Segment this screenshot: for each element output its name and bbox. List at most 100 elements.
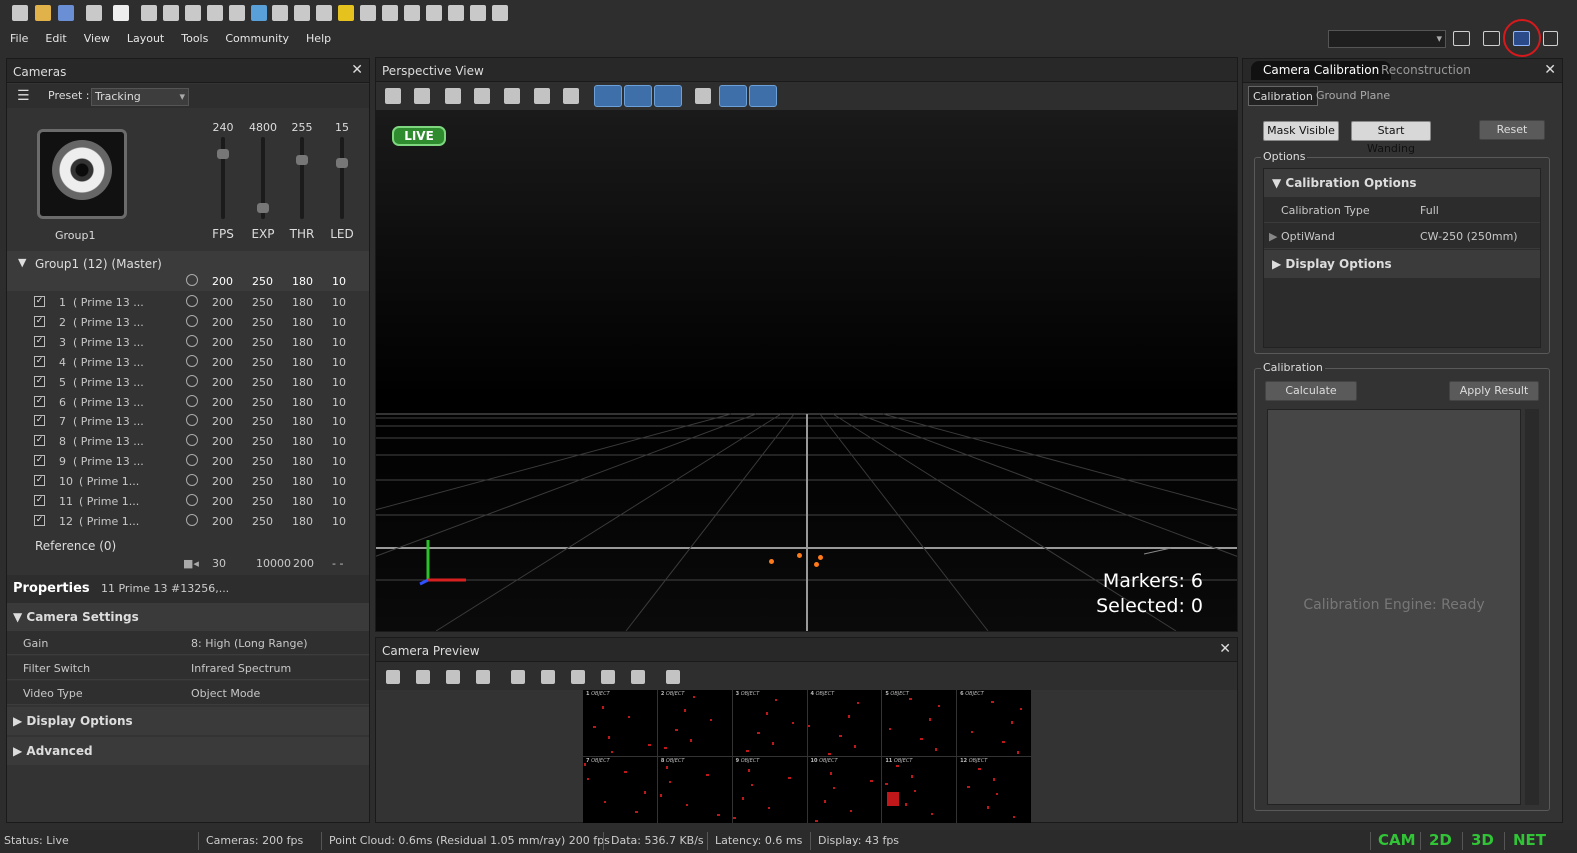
list-icon[interactable] [294,5,310,21]
zoom-selection-icon[interactable] [474,88,490,104]
menu-help[interactable]: Help [296,28,338,50]
camera-tile[interactable]: 7 OBJECT [583,757,657,823]
mode-cam[interactable]: CAM [1378,831,1416,849]
display-options-section[interactable]: ▶ Display Options [7,707,369,735]
rectangle-icon[interactable] [601,670,615,684]
camera-row[interactable]: ✓ 8 ( Prime 13 ... 200 250 180 10 [7,432,369,452]
camera-tile[interactable]: 2 OBJECT [657,690,732,756]
calculate-button[interactable]: Calculate [1265,381,1357,401]
target-icon[interactable] [186,354,198,367]
camera-checkbox[interactable]: ✓ [34,475,45,487]
layout-1-icon[interactable] [404,5,420,21]
menu-tools[interactable]: Tools [171,28,215,50]
close-icon[interactable]: ✕ [1219,641,1231,657]
close-icon[interactable]: ✕ [351,62,363,78]
warning-icon[interactable] [338,5,354,21]
camera-tile[interactable]: 9 OBJECT [732,757,807,823]
prop-row-video[interactable]: Video Type Object Mode [7,681,369,705]
camera-row[interactable]: ✓ 10 ( Prime 1... 200 250 180 10 [7,472,369,492]
prop-row-gain[interactable]: Gain 8: High (Long Range) [7,631,369,655]
camera-checkbox[interactable]: ✓ [34,395,45,407]
layout-split-icon[interactable] [1453,31,1470,46]
layout-5-icon[interactable] [492,5,508,21]
pencil-icon[interactable] [272,5,288,21]
skeleton-icon[interactable] [563,88,579,104]
camera-tile[interactable]: 1 OBJECT [583,690,657,756]
target-icon[interactable] [186,434,198,447]
calibration-options-section[interactable]: ▼ Calibration Options [1264,169,1540,197]
shield-add-icon[interactable] [511,670,525,684]
target-icon[interactable] [186,314,198,327]
camera-row[interactable]: ✓ 9 ( Prime 13 ... 200 250 180 10 [7,452,369,472]
marker-dot[interactable] [769,559,774,564]
menu-file[interactable]: File [0,28,35,50]
menu-layout[interactable]: Layout [117,28,171,50]
cube-icon[interactable] [414,88,430,104]
mode-net[interactable]: NET [1513,831,1546,849]
3d-viewport[interactable]: Markers: 6 Selected: 0 [376,110,1237,631]
open-folder-icon[interactable] [35,5,51,21]
wand-icon[interactable] [185,5,201,21]
subtab-ground-plane[interactable]: Ground Plane [1312,86,1394,106]
preset-select[interactable]: Tracking [91,88,189,106]
camera-row[interactable]: ✓ 3 ( Prime 13 ... 200 250 180 10 [7,333,369,353]
marker-dot[interactable] [814,562,819,567]
select-camera-button[interactable] [624,85,652,107]
camera-row[interactable]: ✓ 4 ( Prime 13 ... 200 250 180 10 [7,353,369,373]
layout-2-icon[interactable] [426,5,442,21]
subtab-calibration[interactable]: Calibration [1248,86,1318,106]
camera-settings-section[interactable]: ▼ Camera Settings [7,603,369,631]
target-icon[interactable] [186,414,198,427]
scrollbar[interactable] [1525,409,1539,805]
camera-icon[interactable] [163,5,179,21]
edit-icon[interactable] [360,5,376,21]
camera-tile[interactable]: 11 OBJECT [882,757,957,823]
layout-combo[interactable] [1328,30,1446,48]
calibration-type-row[interactable]: Calibration Type Full [1264,197,1540,223]
zoom-fit-icon[interactable] [445,88,461,104]
list-icon[interactable]: ☰ [17,88,30,104]
mode-2d[interactable]: 2D [1429,831,1452,849]
target-icon[interactable] [186,334,198,347]
target-icon[interactable] [186,454,198,467]
camera-checkbox[interactable]: ✓ [34,415,45,427]
camera-checkbox[interactable]: ✓ [34,315,45,327]
monitor-icon[interactable] [141,5,157,21]
collapse-icon[interactable]: ▼ [18,256,26,269]
grid-icon[interactable] [385,88,401,104]
marker-dot[interactable] [818,555,823,560]
target-icon[interactable] [186,494,198,506]
tab-reconstruction[interactable]: Reconstruction [1369,61,1483,80]
camera-checkbox[interactable]: ✓ [34,455,45,467]
target-icon[interactable] [186,295,198,307]
new-file-icon[interactable] [12,5,28,21]
camera-tile[interactable]: 12 OBJECT [957,757,1031,823]
marker-dot[interactable] [797,553,802,558]
group-row[interactable]: ▼ Group1 (12) (Master) 200 250 180 10 [7,251,369,291]
dots-icon[interactable] [251,5,267,21]
optiwand-row[interactable]: ▶ OptiWand CW-250 (250mm) [1264,223,1540,249]
save-icon[interactable] [58,5,74,21]
shield-remove-icon[interactable] [541,670,555,684]
tools-icon[interactable] [86,5,102,21]
display-options-section[interactable]: ▶ Display Options [1264,250,1540,278]
target-icon[interactable] [186,513,198,526]
camera-icon[interactable] [534,88,550,104]
camera-tile[interactable]: 3 OBJECT [732,690,807,756]
skeleton-icon[interactable] [382,5,398,21]
zoom-fit-icon[interactable] [416,670,430,684]
led-slider[interactable] [336,137,348,219]
layout-panel-icon[interactable] [1483,31,1500,46]
camera-tile[interactable]: 5 OBJECT [882,690,957,756]
eye-icon[interactable] [695,88,711,104]
target-icon[interactable] [186,394,198,407]
prop-row-filter[interactable]: Filter Switch Infrared Spectrum [7,656,369,680]
camera-view-icon[interactable] [571,670,585,684]
menu-community[interactable]: Community [215,28,296,50]
exp-slider[interactable] [257,137,269,219]
live-badge[interactable]: LIVE [392,126,446,146]
marker-group-button[interactable] [749,85,777,107]
reset-button[interactable]: Reset [1479,120,1545,140]
panel-icon[interactable] [229,5,245,21]
camera-row[interactable]: ✓ 6 ( Prime 13 ... 200 250 180 10 [7,393,369,413]
